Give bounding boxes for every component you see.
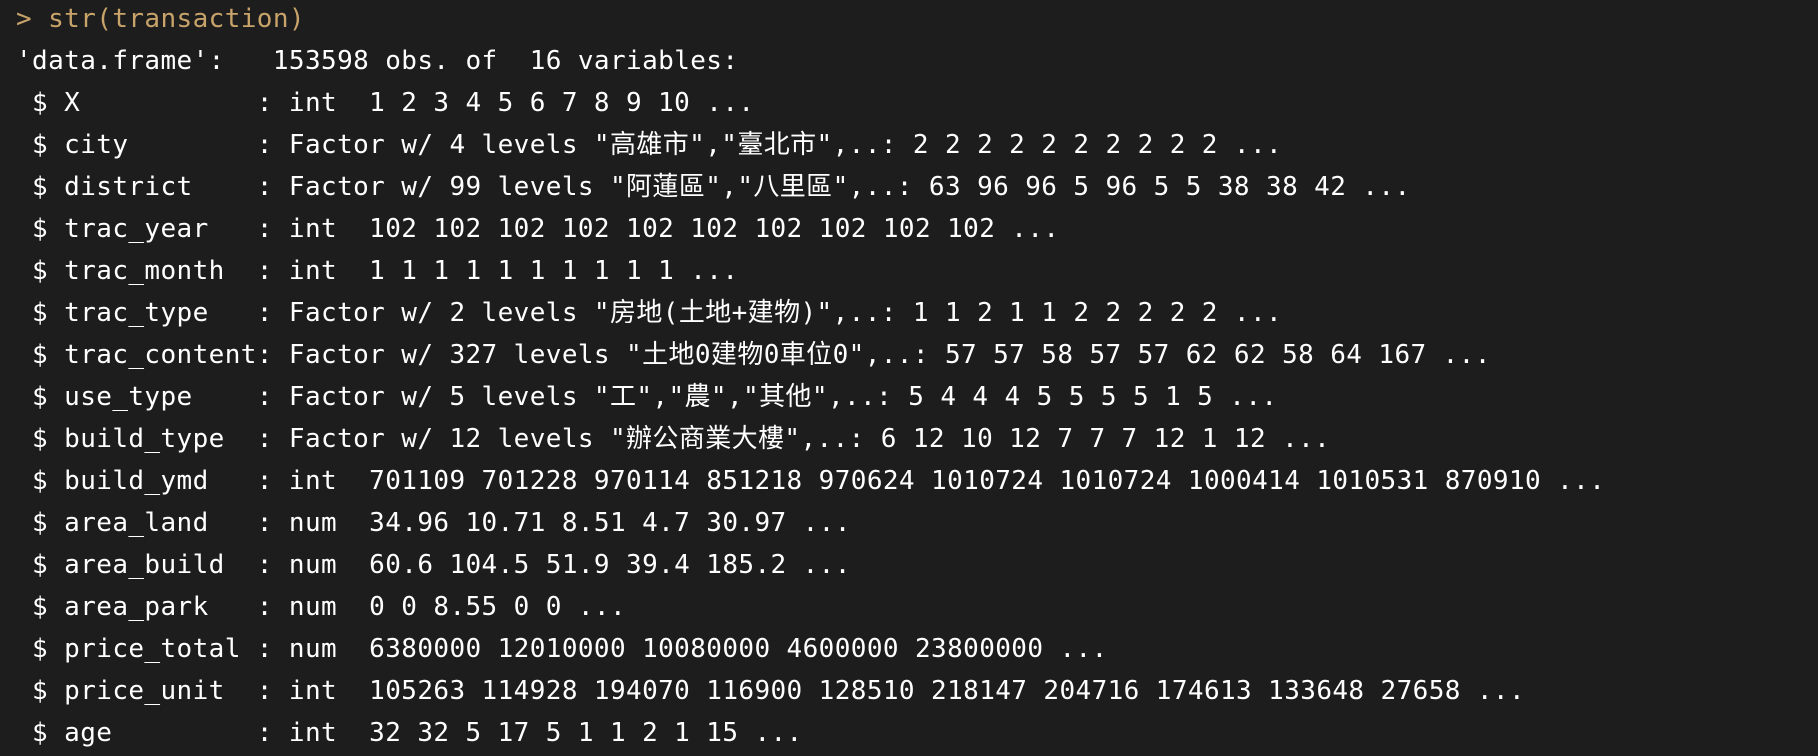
console-variable-line-build-ymd: $ build_ymd : int 701109 701228 970114 8… bbox=[16, 466, 1606, 496]
console-variable-line-build-type: $ build_type : Factor w/ 12 levels "辦公商業… bbox=[16, 424, 1331, 454]
console-variable-line-price-unit: $ price_unit : int 105263 114928 194070 … bbox=[16, 676, 1526, 706]
console-variable-line-age: $ age : int 32 32 5 17 5 1 1 2 1 15 ... bbox=[16, 718, 803, 748]
console-variable-line-area-park: $ area_park : num 0 0 8.55 0 0 ... bbox=[16, 592, 627, 622]
console-variable-line-use-type: $ use_type : Factor w/ 5 levels "工","農",… bbox=[16, 382, 1278, 412]
console-variable-line-trac-year: $ trac_year : int 102 102 102 102 102 10… bbox=[16, 214, 1060, 244]
console-variable-line-trac-content: $ trac_content: Factor w/ 327 levels "土地… bbox=[16, 340, 1491, 370]
console-variable-line-price-total: $ price_total : num 6380000 12010000 100… bbox=[16, 634, 1108, 664]
console-variable-line-trac-month: $ trac_month : int 1 1 1 1 1 1 1 1 1 1 .… bbox=[16, 256, 739, 286]
console-prompt-command: > str(transaction) bbox=[16, 4, 305, 34]
console-variable-line-district: $ district : Factor w/ 99 levels "阿蓮區","… bbox=[16, 172, 1411, 202]
console-dataframe-summary: 'data.frame': 153598 obs. of 16 variable… bbox=[16, 46, 739, 76]
console-variable-line-x: $ X : int 1 2 3 4 5 6 7 8 9 10 ... bbox=[16, 88, 755, 118]
console-variable-line-area-land: $ area_land : num 34.96 10.71 8.51 4.7 3… bbox=[16, 508, 851, 538]
r-console-output: > str(transaction) 'data.frame': 153598 … bbox=[0, 0, 1818, 756]
console-variable-line-city: $ city : Factor w/ 4 levels "高雄市","臺北市",… bbox=[16, 130, 1283, 160]
console-variable-line-trac-type: $ trac_type : Factor w/ 2 levels "房地(土地+… bbox=[16, 298, 1283, 328]
console-variable-line-area-build: $ area_build : num 60.6 104.5 51.9 39.4 … bbox=[16, 550, 851, 580]
